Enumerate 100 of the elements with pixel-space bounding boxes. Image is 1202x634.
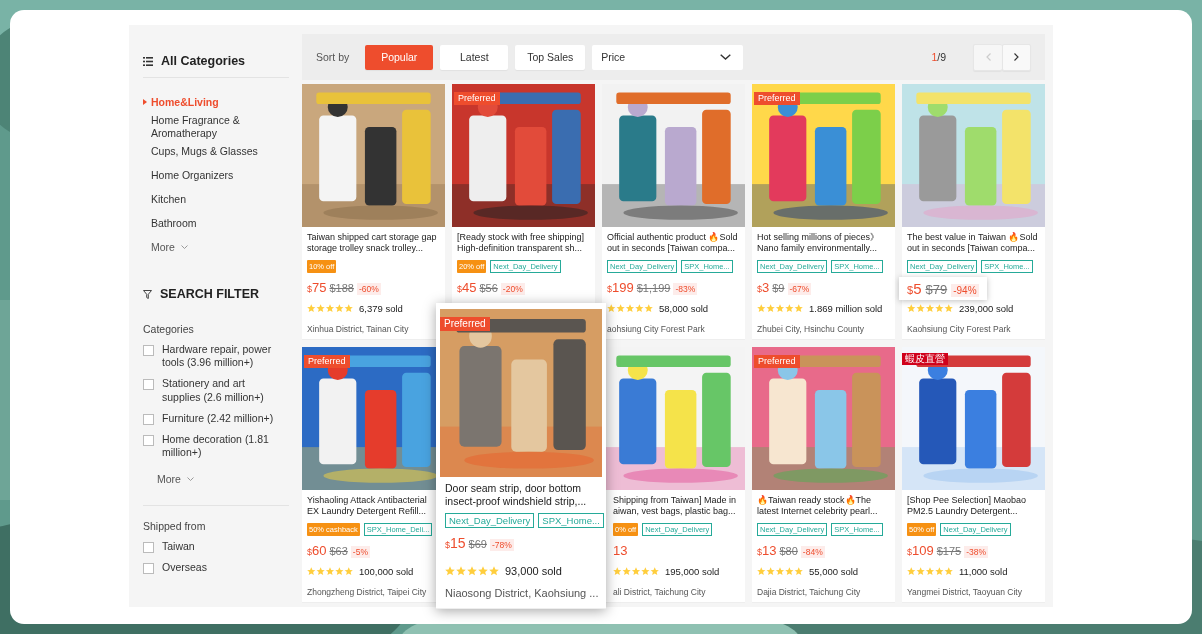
price: $109 (907, 543, 934, 558)
more-link[interactable]: More (143, 467, 194, 492)
original-price: $80 (779, 545, 798, 557)
discount-percent: -38% (964, 546, 989, 558)
product-popup-card[interactable]: Preferred Door seam strip, door bottom insect-proof windshield strip,... Next_Day_Delivery SPX_Home... $15 $69 -78% 93,000 sold Niaosong District, Kaohsiung ... (436, 303, 606, 609)
sold-count: 195,000 sold (665, 566, 720, 577)
discount-percent: -67% (787, 283, 812, 295)
star-icon (325, 304, 335, 313)
sort-tab[interactable]: Popular (365, 44, 434, 70)
star-icon (944, 567, 953, 576)
more-link[interactable]: More (143, 235, 188, 260)
star-icon (445, 566, 455, 576)
original-price: $1,199 (636, 282, 671, 294)
checkbox[interactable] (143, 345, 154, 357)
category-item[interactable]: Home Fragrance & Aromatherapy (143, 114, 293, 140)
sold-count: 55,000 sold (809, 566, 859, 577)
star-icon (316, 304, 325, 313)
sort-tab[interactable]: Top Sales (515, 44, 586, 70)
list-icon (143, 56, 153, 66)
star-icon (616, 304, 625, 313)
star-icon (785, 304, 794, 313)
star-icon (935, 567, 944, 576)
checkbox[interactable] (143, 563, 154, 575)
discount-percent: -94% (951, 284, 979, 297)
star-icon (925, 567, 935, 576)
shop-location: Yangmei District, Taoyuan City (907, 587, 1023, 597)
shop-location: Niaosong District, Kaohsiung ... (445, 587, 597, 599)
filter-group-title: Categories (143, 323, 195, 336)
preferred-badge: Preferred (440, 317, 490, 331)
star-icon (916, 304, 925, 313)
sort-tab[interactable]: Latest (440, 44, 509, 70)
product-title: [Ready stock with free shipping] High-definition transparent sh... (457, 232, 586, 256)
star-icon (775, 304, 785, 313)
product-title: Yishaoling Attack Antibacterial EX Laundry Detergent Refill... (307, 495, 428, 519)
star-icon (907, 567, 916, 576)
original-price: $79 (925, 282, 948, 297)
sold-count: 58,000 sold (659, 303, 709, 314)
chevron-right-icon (1014, 53, 1019, 61)
checkbox[interactable] (143, 434, 154, 446)
price: $45 (457, 280, 477, 295)
category-item[interactable]: Kitchen (143, 187, 293, 212)
preferred-badge: Preferred (304, 355, 350, 368)
product-title: Door seam strip, door bottom insect-proof windshield strip,... (445, 482, 588, 509)
sold-count: 100,000 sold (359, 566, 414, 577)
original-price: $175 (936, 545, 962, 557)
shop-location: Kaohsiung City Forest Park (907, 324, 1012, 334)
sold-count: 239,000 sold (959, 303, 1014, 314)
filter-option-label: Hardware repair, power tools (3.96 million+) (162, 343, 273, 370)
discount-percent: -84% (800, 546, 825, 558)
original-price: $63 (329, 545, 348, 557)
checkbox[interactable] (143, 542, 154, 554)
discount-percent: -83% (673, 283, 698, 295)
discount-percent: -60% (356, 283, 381, 295)
mall-badge: 蝦皮直營 (902, 353, 948, 365)
star-icon (650, 567, 659, 576)
star-icon (775, 567, 785, 576)
filter-option-label: Furniture (2.42 million+) (162, 411, 275, 425)
all-categories-title: All Categories (161, 54, 246, 68)
preferred-badge: Preferred (754, 92, 800, 105)
price-dropdown[interactable]: Price (592, 44, 744, 70)
shop-location: Zhubei City, Hsinchu County (757, 324, 866, 334)
star-icon (757, 304, 766, 313)
product-title: Official authentic product 🔥Sold out in seconds [Taiwan compa... (607, 232, 739, 256)
sold-count: 6,379 sold (359, 303, 403, 314)
delivery-tag: Next_Day_Delivery (445, 513, 535, 528)
star-icon (607, 304, 616, 313)
category-item[interactable]: Cups, Mugs & Glasses (143, 139, 293, 164)
star-icon (335, 304, 344, 313)
star-icon (344, 304, 353, 313)
delivery-tag: SPX_Home... (538, 513, 604, 528)
price: $13 (757, 543, 777, 558)
price: $199 (607, 280, 634, 295)
next-page-button[interactable] (1002, 43, 1031, 71)
star-icon (766, 304, 775, 313)
price: $60 (307, 543, 327, 558)
sold-count: 11,000 sold (959, 566, 1008, 577)
product-title: The best value in Taiwan 🔥Sold out in seconds [Taiwan compa... (907, 232, 1039, 256)
checkbox[interactable] (143, 413, 154, 425)
original-price: $56 (479, 282, 498, 294)
caret-icon (143, 99, 147, 105)
star-icon (944, 304, 953, 313)
filter-option-label: Overseas (162, 561, 208, 575)
original-price: $69 (468, 538, 487, 550)
star-icon (467, 566, 477, 576)
category-item[interactable]: Home Organizers (143, 163, 293, 188)
star-icon (344, 567, 353, 576)
chevron-down-icon (180, 245, 188, 250)
star-icon (935, 304, 944, 313)
filter-option-label: Stationery and art supplies (2.6 million+) (162, 377, 265, 404)
star-icon (631, 567, 641, 576)
chevron-down-icon (186, 477, 194, 482)
star-icon (307, 567, 316, 576)
star-icon (456, 566, 466, 576)
category-item[interactable]: Bathroom (143, 211, 293, 236)
chevron-left-icon (985, 53, 991, 61)
checkbox[interactable] (143, 379, 154, 391)
star-icon (625, 304, 635, 313)
price: $5 (907, 280, 922, 297)
filter-icon (143, 289, 152, 299)
star-icon (335, 567, 344, 576)
